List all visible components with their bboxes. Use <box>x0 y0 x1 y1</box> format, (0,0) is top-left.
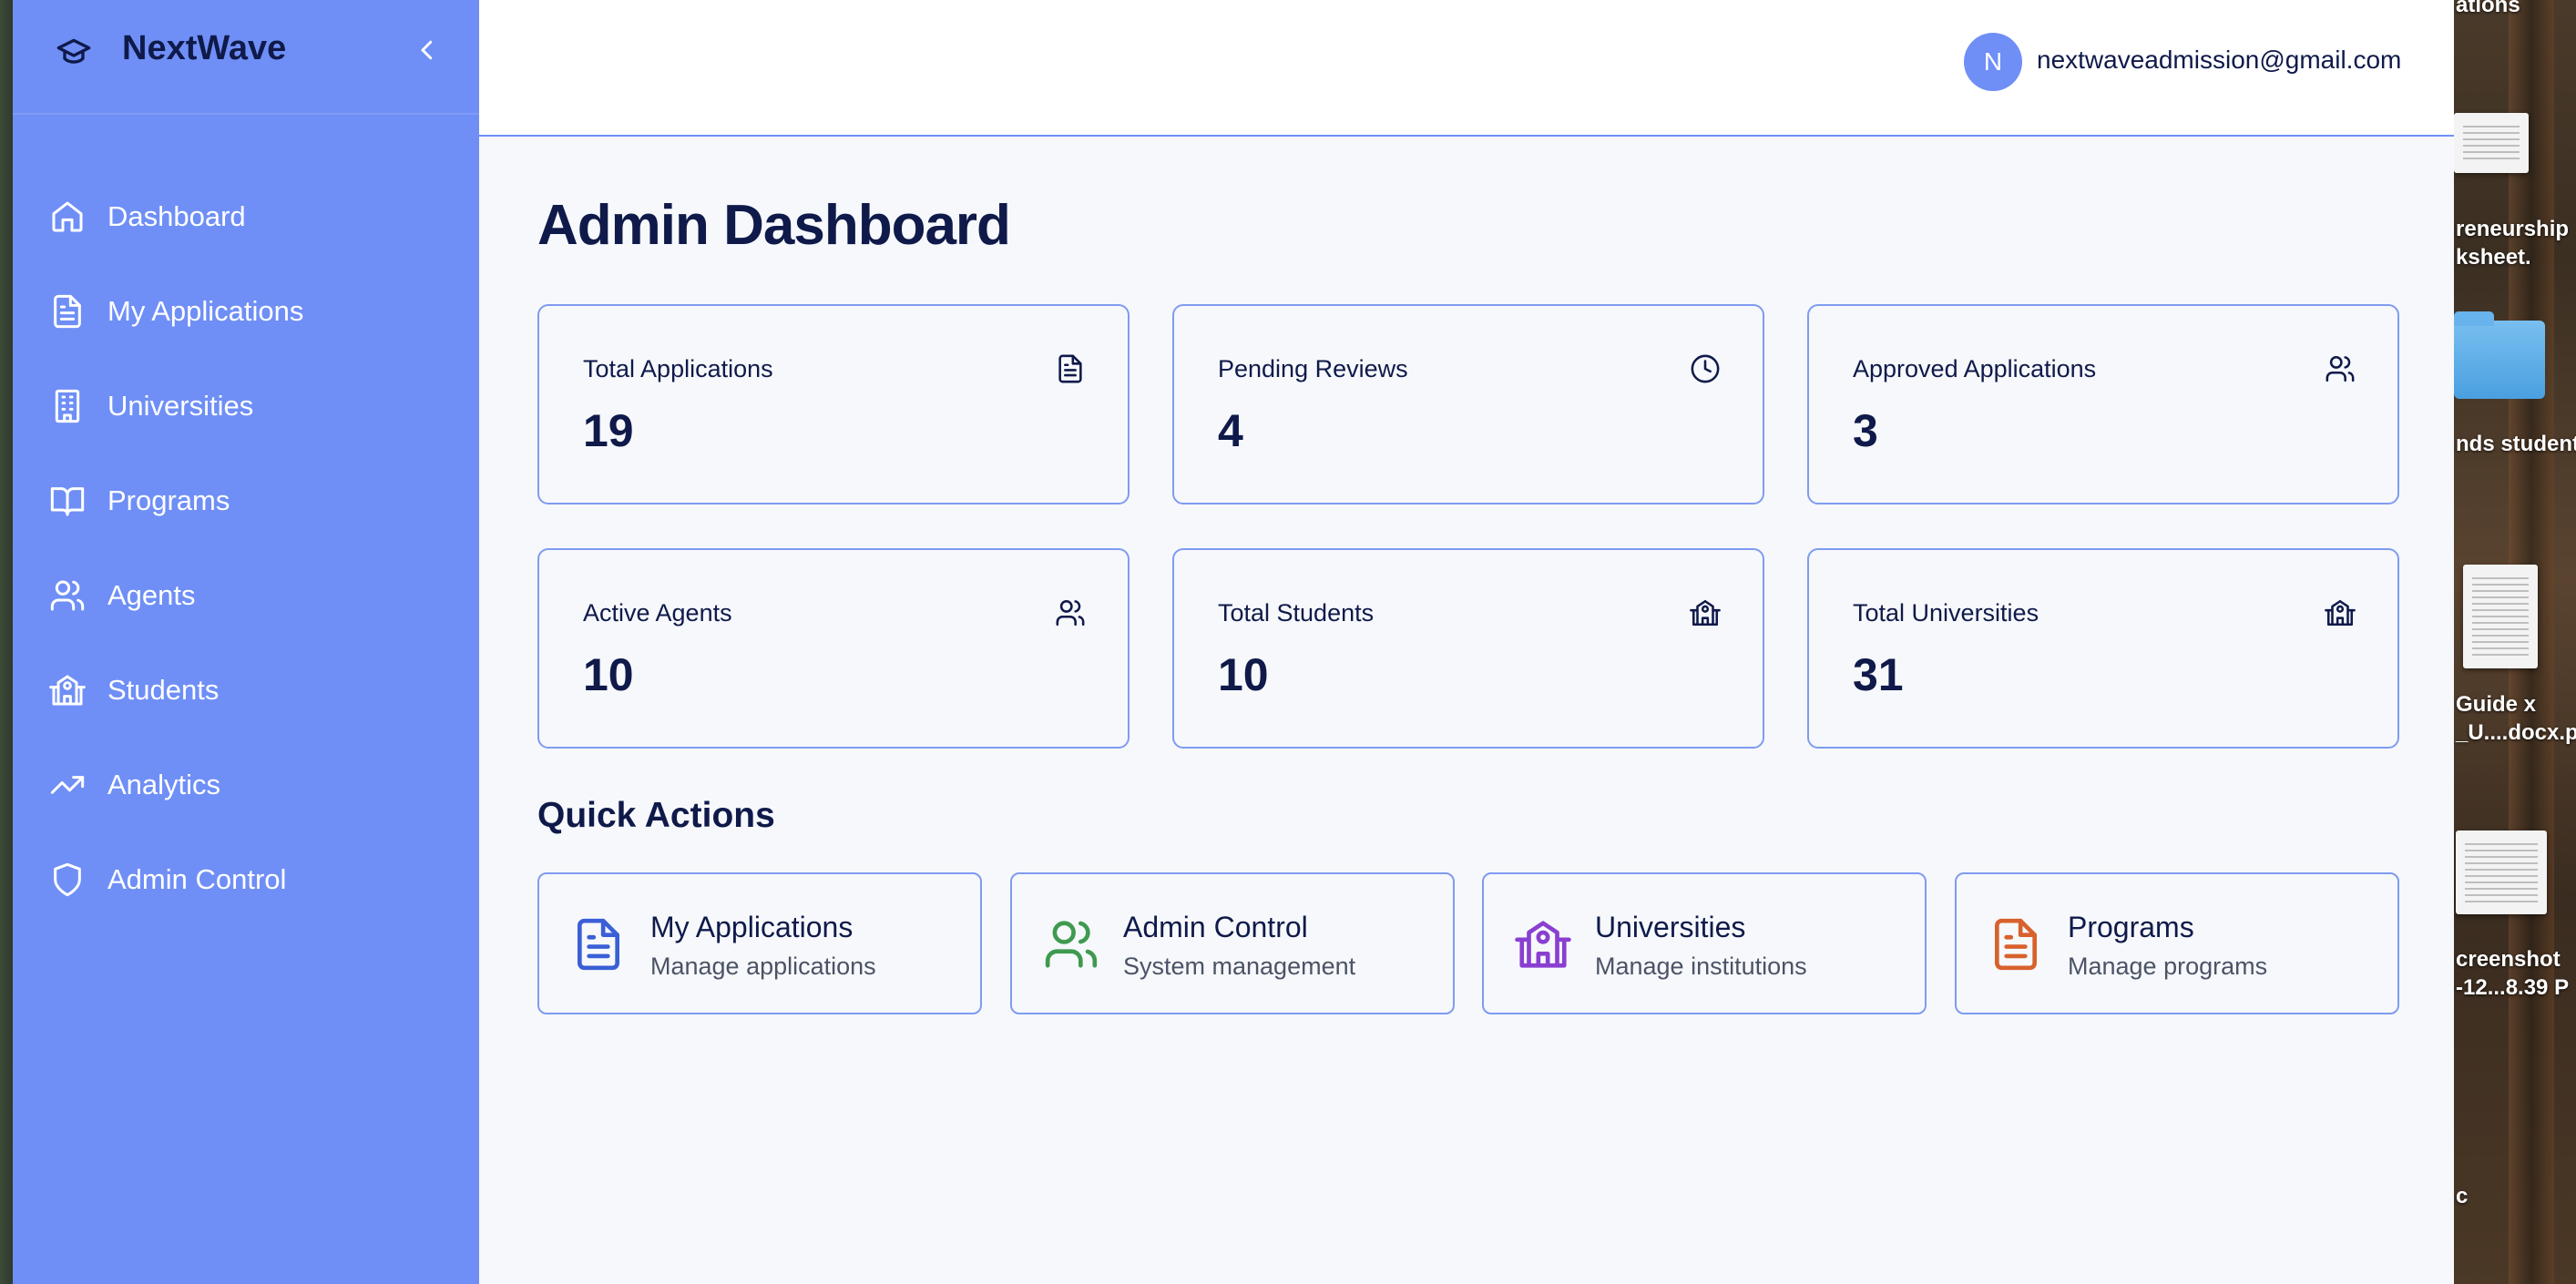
sidebar-item-agents[interactable]: Agents <box>13 559 479 632</box>
sidebar-item-label: My Applications <box>107 295 304 327</box>
sidebar: NextWave Dashboard My Applications Unive… <box>13 0 479 1284</box>
document-icon <box>54 294 81 329</box>
graduation-cap-icon <box>56 38 91 64</box>
quick-action-programs[interactable]: Programs Manage programs <box>1955 872 2399 1014</box>
sidebar-item-label: Universities <box>107 390 254 422</box>
desktop-file-thumbnail[interactable] <box>2454 113 2529 173</box>
desktop-file-thumbnail[interactable] <box>2463 565 2538 668</box>
desktop-folder-label: nds student <box>2456 432 2576 456</box>
stat-value: 10 <box>1218 649 1269 700</box>
trending-up-icon <box>50 776 85 794</box>
quick-action-title: My Applications <box>650 911 854 943</box>
sidebar-item-dashboard[interactable]: Dashboard <box>13 180 479 253</box>
quick-action-title: Universities <box>1595 911 1746 943</box>
quick-action-my-applications[interactable]: My Applications Manage applications <box>537 872 982 1014</box>
users-icon <box>50 580 85 611</box>
desktop-file-label: ksheet. <box>2456 245 2531 270</box>
stat-label: Approved Applications <box>1853 355 2097 382</box>
sidebar-item-label: Dashboard <box>107 200 246 232</box>
desktop-file-label: c <box>2456 1184 2469 1208</box>
school-icon <box>1515 921 1571 968</box>
sidebar-item-universities[interactable]: Universities <box>13 370 479 443</box>
desktop-file-label: _U....docx.p <box>2456 720 2576 745</box>
stat-card-total-applications: Total Applications 19 <box>537 304 1130 504</box>
brand-name: NextWave <box>122 29 287 67</box>
sidebar-item-programs[interactable]: Programs <box>13 464 479 537</box>
desktop-file-label: creenshot <box>2456 947 2561 972</box>
main-content: N nextwaveadmission@gmail.com Admin Dash… <box>479 0 2454 1284</box>
stat-card-total-universities: Total Universities 31 <box>1807 548 2399 749</box>
stat-label: Total Universities <box>1853 599 2039 627</box>
quick-action-universities[interactable]: Universities Manage institutions <box>1482 872 1927 1014</box>
quick-action-admin-control[interactable]: Admin Control System management <box>1010 872 1455 1014</box>
stat-value: 19 <box>583 405 634 456</box>
stat-value: 3 <box>1853 405 1878 456</box>
quick-action-title: Programs <box>2068 911 2194 943</box>
stat-value: 4 <box>1218 405 1243 456</box>
stat-label: Total Applications <box>583 355 773 382</box>
users-icon <box>1056 599 1085 627</box>
stat-value: 10 <box>583 649 634 700</box>
quick-action-subtitle: Manage institutions <box>1595 953 1807 980</box>
document-icon <box>578 918 619 971</box>
quick-action-subtitle: Manage applications <box>650 953 876 980</box>
school-icon <box>1690 599 1721 627</box>
stat-label: Pending Reviews <box>1218 355 1408 382</box>
page-title: Admin Dashboard <box>537 194 1011 257</box>
sidebar-item-label: Students <box>107 674 220 706</box>
stat-card-approved-applications: Approved Applications 3 <box>1807 304 2399 504</box>
desktop-file-label: reneurship <box>2456 217 2570 241</box>
document-icon <box>1995 918 2037 971</box>
sidebar-item-my-applications[interactable]: My Applications <box>13 275 479 348</box>
shield-icon <box>54 862 81 897</box>
stat-card-pending-reviews: Pending Reviews 4 <box>1172 304 1764 504</box>
school-icon <box>2325 599 2356 627</box>
sidebar-item-label: Analytics <box>107 769 221 800</box>
clock-icon <box>1691 354 1720 383</box>
stat-label: Active Agents <box>583 599 732 627</box>
desktop-file-label: -12...8.39 P <box>2456 975 2570 1000</box>
stat-value: 31 <box>1853 649 1904 700</box>
book-icon <box>50 487 85 516</box>
sidebar-item-label: Admin Control <box>107 863 287 895</box>
stat-card-total-students: Total Students 10 <box>1172 548 1764 749</box>
sidebar-item-analytics[interactable]: Analytics <box>13 749 479 821</box>
desktop-file-thumbnail[interactable] <box>2456 831 2547 914</box>
desktop-folder-icon[interactable] <box>2454 311 2545 399</box>
sidebar-item-label: Programs <box>107 484 230 516</box>
quick-action-subtitle: System management <box>1123 953 1356 980</box>
chevron-left-icon[interactable] <box>414 35 441 66</box>
sidebar-item-students[interactable]: Students <box>13 654 479 727</box>
stat-label: Total Students <box>1218 599 1375 627</box>
top-bar: N nextwaveadmission@gmail.com <box>479 0 2454 137</box>
desktop-file-label: Guide x <box>2456 692 2537 717</box>
home-icon <box>52 201 83 232</box>
quick-action-subtitle: Manage programs <box>2068 953 2268 980</box>
document-icon <box>1058 354 1082 383</box>
sidebar-item-admin-control[interactable]: Admin Control <box>13 843 479 916</box>
sidebar-item-label: Agents <box>107 579 196 611</box>
quick-actions-title: Quick Actions <box>537 796 775 835</box>
brand-header: NextWave <box>13 0 479 115</box>
stat-card-active-agents: Active Agents 10 <box>537 548 1130 749</box>
users-icon <box>1045 921 1098 968</box>
quick-action-title: Admin Control <box>1123 911 1308 943</box>
desktop-file-label: ations <box>2456 0 2520 17</box>
building-icon <box>55 389 80 423</box>
desktop-background: ations reneurship ksheet. nds student Gu… <box>2454 0 2576 1284</box>
avatar[interactable]: N <box>1964 33 2022 91</box>
users-icon <box>2326 355 2355 382</box>
school-icon <box>49 675 86 706</box>
user-email[interactable]: nextwaveadmission@gmail.com <box>2037 46 2401 75</box>
